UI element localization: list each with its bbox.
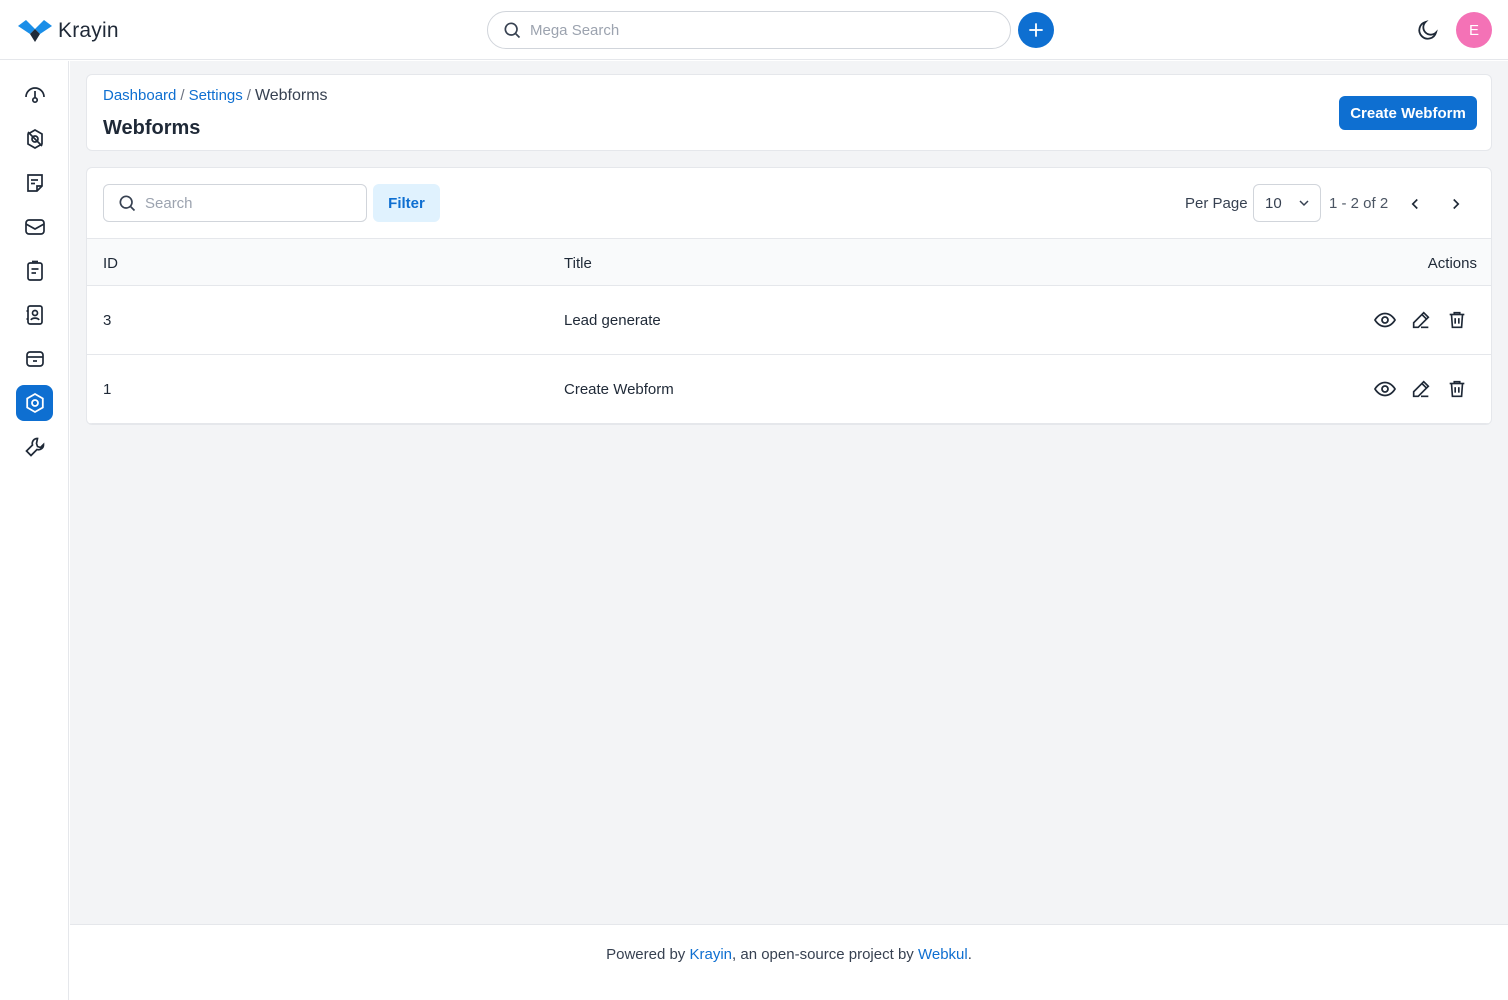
mail-icon [24,219,45,235]
sidebar-item-configuration[interactable] [16,429,53,465]
cell-title: Lead generate [564,312,661,329]
previous-page-button[interactable] [1403,192,1427,216]
webforms-datagrid: Filter Per Page 10 1 - 2 of 2 ID Title A… [86,167,1492,425]
sidebar-item-quotes[interactable] [16,165,53,201]
table-header: ID Title Actions [87,239,1491,286]
row-actions [1373,308,1469,332]
search-icon [504,22,521,39]
per-page-label: Per Page [1185,195,1248,212]
dark-mode-toggle[interactable] [1415,17,1441,43]
table-row: 3 Lead generate [87,286,1491,355]
breadcrumb-dashboard[interactable]: Dashboard [103,87,176,105]
trash-icon [1449,380,1465,398]
breadcrumb-current: Webforms [254,87,328,104]
datagrid-search[interactable] [103,184,367,222]
page-title: Webforms [103,117,201,139]
cell-title: Create Webform [564,381,674,398]
products-icon [25,351,44,367]
eye-icon [1373,312,1397,328]
edit-button[interactable] [1409,308,1433,332]
create-webform-button[interactable]: Create Webform [1339,96,1477,130]
chevron-left-icon [1411,198,1418,210]
cell-id: 1 [103,381,112,398]
sidebar-item-activities[interactable] [16,253,53,289]
krayin-logo-icon [18,20,52,42]
view-button[interactable] [1373,308,1397,332]
quotes-icon [26,174,43,192]
sidebar [0,61,69,1000]
sidebar-item-dashboard[interactable] [16,77,53,113]
activities-icon [26,260,43,281]
sidebar-item-mail[interactable] [16,209,53,245]
leads-icon [26,129,43,149]
main-content: Dashboard / Settings / Webforms Webforms… [70,61,1508,924]
wrench-icon [24,437,44,457]
brand-name: Krayin [58,19,119,42]
datagrid-search-input[interactable] [145,194,355,212]
per-page-select[interactable]: 10 [1253,184,1321,222]
plus-icon [1029,23,1043,37]
cell-id: 3 [103,312,112,329]
mega-search-input[interactable] [530,21,990,39]
table-row: 1 Create Webform [87,355,1491,424]
quick-create-button[interactable] [1018,12,1054,48]
view-button[interactable] [1373,377,1397,401]
footer-webkul-link[interactable]: Webkul [918,946,968,963]
next-page-button[interactable] [1444,192,1468,216]
footer: Powered by Krayin, an open-source projec… [70,924,1508,1000]
breadcrumb: Dashboard / Settings / Webforms [103,87,328,105]
column-header-title[interactable]: Title [564,255,592,272]
settings-icon [25,392,44,414]
top-header: Krayin E [0,0,1508,60]
dashboard-gauge-icon [24,87,45,104]
column-header-id[interactable]: ID [103,255,118,272]
chevron-right-icon [1453,198,1460,210]
user-avatar[interactable]: E [1456,12,1492,48]
delete-button[interactable] [1445,377,1469,401]
sidebar-item-settings[interactable] [16,385,53,421]
footer-krayin-link[interactable]: Krayin [689,946,732,963]
breadcrumb-settings[interactable]: Settings [189,87,243,105]
footer-suffix: . [967,946,972,963]
pencil-icon [1412,311,1430,329]
moon-icon [1418,20,1438,40]
datagrid-toolbar: Filter Per Page 10 1 - 2 of 2 [87,168,1491,239]
edit-button[interactable] [1409,377,1433,401]
per-page-value: 10 [1265,194,1282,212]
mega-search-bar[interactable] [487,11,1011,49]
column-header-actions: Actions [1427,255,1477,272]
sidebar-item-leads[interactable] [16,121,53,157]
row-actions [1373,377,1469,401]
sidebar-item-products[interactable] [16,341,53,377]
sidebar-item-contacts[interactable] [16,297,53,333]
brand-logo[interactable]: Krayin [18,18,119,44]
page-header-card: Dashboard / Settings / Webforms Webforms… [86,74,1492,151]
breadcrumb-separator: / [246,87,251,104]
search-icon [119,195,136,212]
filter-button[interactable]: Filter [373,184,440,222]
pencil-icon [1412,380,1430,398]
footer-middle: , an open-source project by [732,946,918,963]
footer-prefix: Powered by [606,946,690,963]
chevron-down-icon [1299,200,1309,207]
pagination-info: 1 - 2 of 2 [1329,195,1389,212]
delete-button[interactable] [1445,308,1469,332]
eye-icon [1373,381,1397,397]
contacts-icon [26,305,43,325]
trash-icon [1449,311,1465,329]
breadcrumb-separator: / [180,87,185,104]
